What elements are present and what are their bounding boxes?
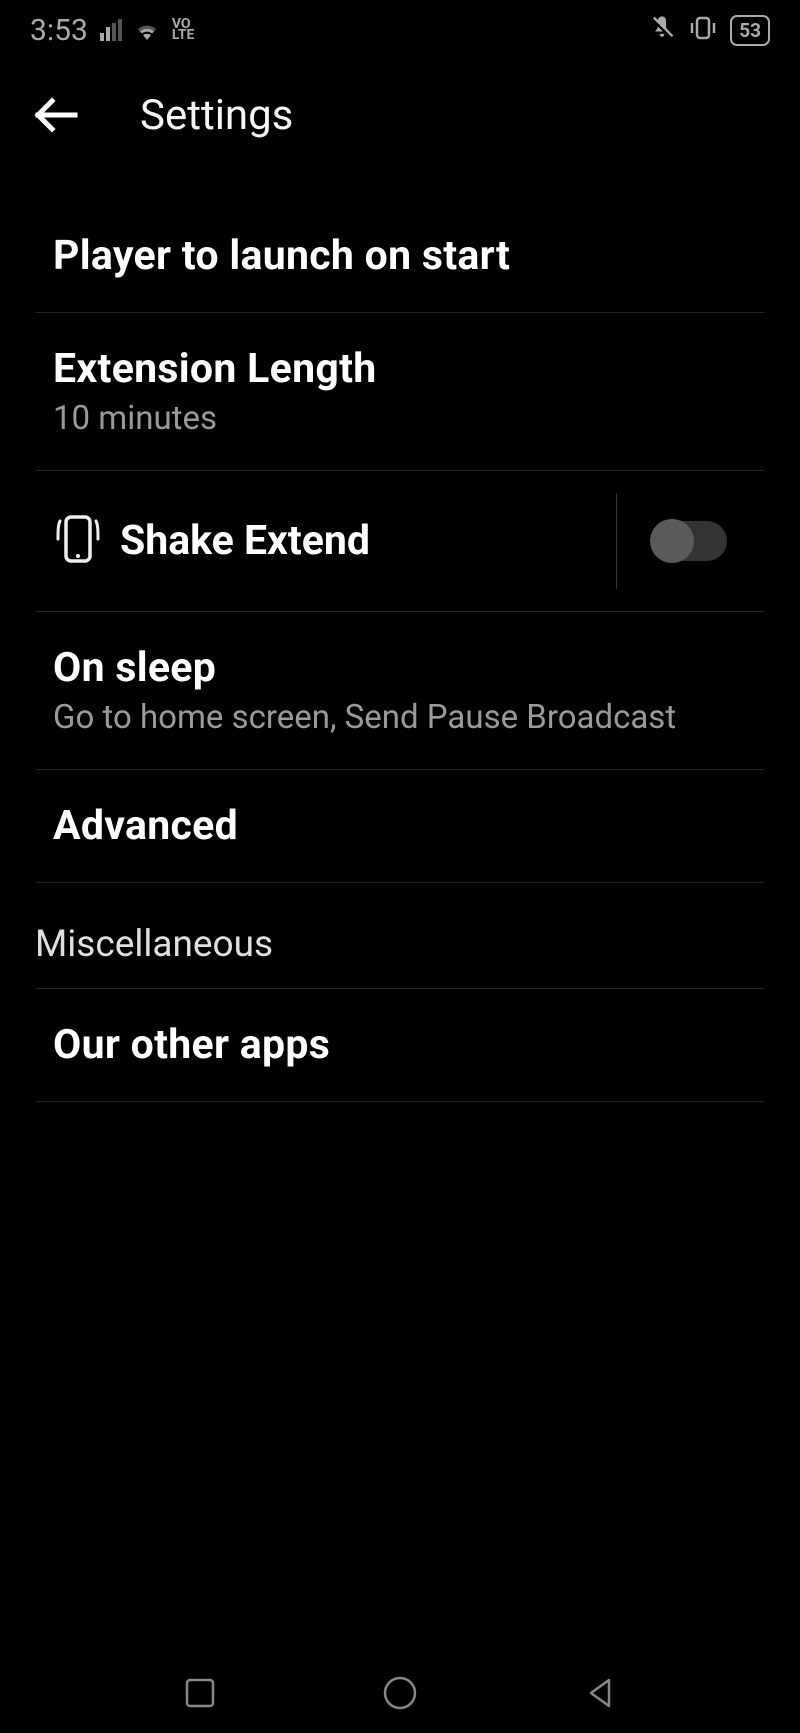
row-on-sleep[interactable]: On sleep Go to home screen, Send Pause B… <box>35 612 765 770</box>
row-title: Shake Extend <box>120 517 616 565</box>
settings-list: Player to launch on start Extension Leng… <box>0 200 800 1102</box>
volte-icon: VO LTE <box>172 19 195 41</box>
row-shake-extend[interactable]: Shake Extend <box>35 471 765 612</box>
row-subtitle: 10 minutes <box>53 399 747 438</box>
battery-icon: 53 <box>730 15 770 46</box>
status-bar: 3:53 VO LTE <box>0 0 800 60</box>
circle-icon <box>382 1675 418 1711</box>
shake-extend-toggle[interactable] <box>652 521 727 561</box>
toggle-knob <box>650 519 694 563</box>
nav-back-button[interactable] <box>580 1673 620 1713</box>
row-subtitle: Go to home screen, Send Pause Broadcast <box>53 698 747 737</box>
row-advanced[interactable]: Advanced <box>35 770 765 883</box>
shake-phone-icon <box>54 511 102 571</box>
navigation-bar <box>0 1653 800 1733</box>
status-bar-right: 53 <box>648 14 770 46</box>
row-other-apps[interactable]: Our other apps <box>35 989 765 1102</box>
section-header-miscellaneous: Miscellaneous <box>35 883 765 989</box>
mute-icon <box>648 14 676 46</box>
row-player-launch[interactable]: Player to launch on start <box>35 200 765 313</box>
row-title: Advanced <box>53 802 747 850</box>
triangle-left-icon <box>583 1676 617 1710</box>
cellular-signal-icon <box>100 19 122 41</box>
row-title: Player to launch on start <box>53 232 747 280</box>
nav-recent-button[interactable] <box>180 1673 220 1713</box>
status-time: 3:53 <box>30 13 88 48</box>
row-title: Our other apps <box>53 1021 747 1069</box>
row-title: Extension Length <box>53 345 747 393</box>
row-title: On sleep <box>53 644 747 692</box>
app-bar: Settings <box>0 60 800 170</box>
nav-home-button[interactable] <box>380 1673 420 1713</box>
status-bar-left: 3:53 VO LTE <box>30 13 194 48</box>
back-button[interactable] <box>30 90 80 140</box>
row-extension-length[interactable]: Extension Length 10 minutes <box>35 313 765 471</box>
arrow-left-icon <box>30 90 80 140</box>
page-title: Settings <box>140 91 293 140</box>
square-icon <box>184 1677 216 1709</box>
vibrate-icon <box>688 15 718 45</box>
wifi-icon <box>134 13 160 48</box>
